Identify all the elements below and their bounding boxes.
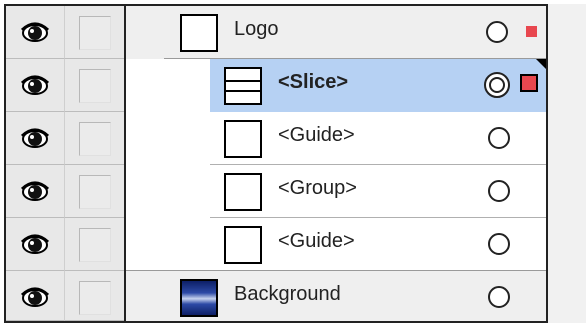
layer-name: Background <box>234 283 341 305</box>
layer-content[interactable]: <Guide> <box>126 218 546 271</box>
layer-row-background[interactable]: Background <box>6 271 546 321</box>
target-circle-icon[interactable] <box>488 286 510 308</box>
side-strip <box>548 4 586 323</box>
layer-thumbnail <box>224 120 262 158</box>
visibility-toggle[interactable] <box>6 59 64 112</box>
visibility-toggle[interactable] <box>6 218 64 271</box>
layer-name: Logo <box>234 18 279 40</box>
selection-color-square <box>520 74 538 92</box>
layers-panel: Logo <Slice> <Guide> <Group> <Guide> Bac… <box>4 4 548 323</box>
eye-icon <box>20 234 50 254</box>
layer-row-guide-2[interactable]: <Guide> <box>6 218 546 271</box>
slice-thumbnail <box>224 67 262 105</box>
layer-row-slice[interactable]: <Slice> <box>6 59 546 112</box>
lock-box <box>79 122 111 156</box>
eye-icon <box>20 128 50 148</box>
layer-content[interactable]: Background <box>126 271 546 321</box>
lock-toggle[interactable] <box>64 165 124 218</box>
target-circle-icon[interactable] <box>488 233 510 255</box>
corner-marker-icon <box>536 59 546 69</box>
target-circle-icon[interactable] <box>486 21 508 43</box>
layer-row-guide[interactable]: <Guide> <box>6 112 546 165</box>
lock-toggle[interactable] <box>64 6 124 59</box>
lock-box <box>79 16 111 50</box>
target-circle-icon[interactable] <box>488 180 510 202</box>
lock-toggle[interactable] <box>64 59 124 112</box>
target-circle-icon[interactable] <box>488 127 510 149</box>
visibility-toggle[interactable] <box>6 165 64 218</box>
lock-toggle[interactable] <box>64 112 124 165</box>
eye-icon <box>20 287 50 307</box>
lock-toggle[interactable] <box>64 271 124 321</box>
layer-name: <Group> <box>278 177 357 199</box>
target-selected-icon[interactable] <box>484 72 510 98</box>
lock-box <box>79 69 111 103</box>
layer-thumbnail <box>224 173 262 211</box>
layer-thumbnail <box>224 226 262 264</box>
lock-box <box>79 175 111 209</box>
lock-box <box>79 281 111 315</box>
layer-name: <Guide> <box>278 124 355 146</box>
layer-content[interactable]: Logo <box>126 6 546 59</box>
eye-icon <box>20 181 50 201</box>
lock-toggle[interactable] <box>64 218 124 271</box>
background-thumbnail <box>180 279 218 317</box>
layer-content[interactable]: <Group> <box>126 165 546 218</box>
visibility-toggle[interactable] <box>6 6 64 59</box>
layer-name: <Slice> <box>278 71 349 93</box>
lock-box <box>79 228 111 262</box>
visibility-toggle[interactable] <box>6 112 64 165</box>
visibility-toggle[interactable] <box>6 271 64 321</box>
layer-color-square <box>526 26 537 37</box>
layer-row-group[interactable]: <Group> <box>6 165 546 218</box>
layer-content[interactable]: <Guide> <box>126 112 546 165</box>
layer-thumbnail <box>180 14 218 52</box>
column-divider <box>124 6 126 321</box>
layer-row-logo[interactable]: Logo <box>6 6 546 59</box>
layer-name: <Guide> <box>278 230 355 252</box>
layer-content[interactable]: <Slice> <box>126 59 546 112</box>
eye-icon <box>20 22 50 42</box>
eye-icon <box>20 75 50 95</box>
